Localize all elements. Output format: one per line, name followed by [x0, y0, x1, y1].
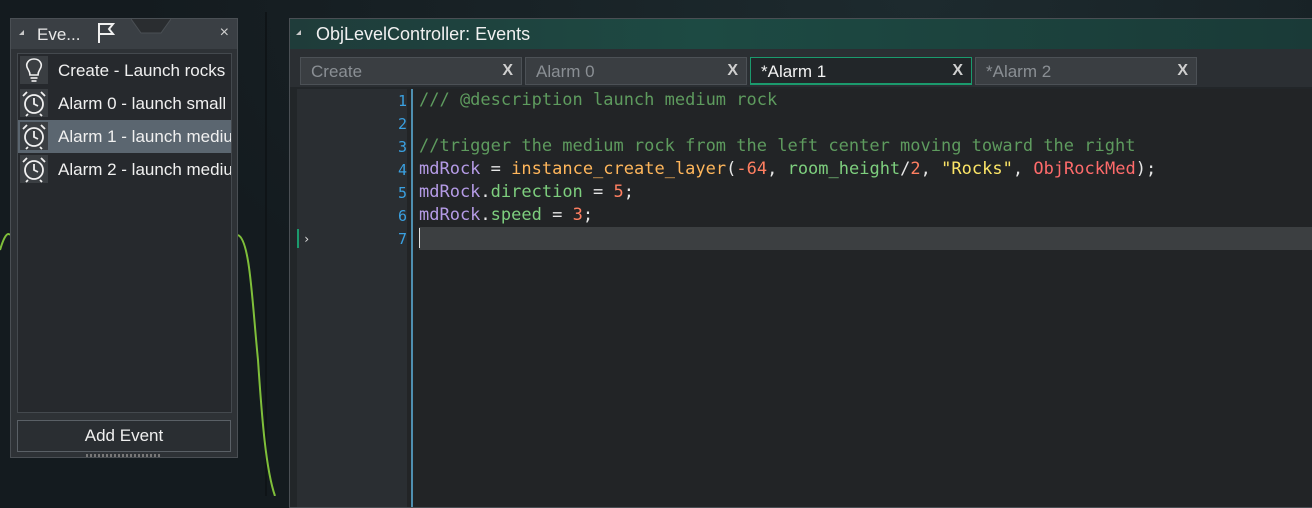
event-item-alarm-1[interactable]: Alarm 1 - launch medium	[18, 120, 231, 153]
resize-grip[interactable]	[86, 454, 162, 457]
line-number: 2	[397, 115, 407, 133]
line-number: 4	[397, 161, 407, 179]
code-text[interactable]: /// @description launch medium rock	[419, 89, 1312, 112]
close-icon[interactable]: X	[952, 62, 963, 80]
tab-label: *Alarm 1	[761, 62, 827, 81]
code-line[interactable]: 3 //trigger the medium rock from the lef…	[297, 135, 1312, 158]
code-line[interactable]: 6 mdRock.speed = 3;	[297, 204, 1312, 227]
event-item-label: Alarm 2 - launch medium	[58, 160, 232, 179]
code-text[interactable]: //trigger the medium rock from the left …	[419, 135, 1312, 158]
add-event-button[interactable]: Add Event	[17, 420, 231, 452]
event-item-alarm-2[interactable]: Alarm 2 - launch medium	[18, 153, 231, 186]
editor-tabbar: Create X Alarm 0 X *Alarm 1 X *Alarm 2 X	[290, 49, 1312, 87]
tab-label: Alarm 0	[536, 62, 595, 81]
close-icon[interactable]: X	[727, 62, 738, 80]
flag-icon[interactable]	[95, 21, 119, 45]
alarm-clock-icon	[20, 89, 48, 117]
code-line[interactable]: 4 mdRock = instance_create_layer(-64, ro…	[297, 158, 1312, 181]
tab-label: Create	[311, 62, 363, 81]
events-panel-header[interactable]: Eve... ×	[11, 19, 237, 49]
code-text[interactable]: mdRock.speed = 3;	[419, 204, 1312, 227]
line-number: 1	[397, 92, 407, 110]
text-caret	[419, 228, 420, 248]
code-line[interactable]: 2	[297, 112, 1312, 135]
event-item-label: Create - Launch rocks	[58, 61, 226, 80]
code-text[interactable]	[419, 112, 1312, 135]
close-icon[interactable]: X	[502, 62, 513, 80]
tab-create[interactable]: Create X	[300, 57, 522, 85]
panel-notch-decoration	[131, 19, 171, 34]
close-icon[interactable]: X	[1177, 62, 1188, 80]
event-item-label: Alarm 0 - launch small	[58, 94, 227, 113]
code-area[interactable]: 1 /// @description launch medium rock 2 …	[297, 89, 1312, 507]
code-text[interactable]: mdRock = instance_create_layer(-64, room…	[419, 158, 1312, 181]
event-item-label: Alarm 1 - launch medium	[58, 127, 232, 146]
events-panel: Eve... × Create - Launch rocks Alarm 0 -…	[10, 18, 238, 458]
line-number: 7	[397, 230, 407, 248]
code-text[interactable]: mdRock.direction = 5;	[419, 181, 1312, 204]
code-line[interactable]: 1 /// @description launch medium rock	[297, 89, 1312, 112]
lightbulb-icon	[20, 56, 48, 84]
code-text[interactable]	[419, 227, 1312, 250]
current-line-marker	[297, 229, 299, 248]
event-list: Create - Launch rocks Alarm 0 - launch s…	[17, 53, 232, 413]
line-number: 5	[397, 184, 407, 202]
line-number: 6	[397, 207, 407, 225]
events-panel-title: Eve...	[37, 25, 81, 44]
line-arrow-icon: ›	[303, 232, 311, 246]
event-item-create[interactable]: Create - Launch rocks	[18, 54, 231, 87]
tab-alarm-2[interactable]: *Alarm 2 X	[975, 57, 1197, 85]
tab-alarm-0[interactable]: Alarm 0 X	[525, 57, 747, 85]
code-line-current[interactable]: › 7	[297, 227, 1312, 250]
tab-alarm-1[interactable]: *Alarm 1 X	[750, 57, 972, 85]
editor-header[interactable]: ObjLevelController: Events	[290, 19, 1312, 49]
code-editor-window: ObjLevelController: Events Create X Alar…	[289, 18, 1312, 508]
collapse-icon[interactable]	[296, 30, 301, 35]
event-item-alarm-0[interactable]: Alarm 0 - launch small	[18, 87, 231, 120]
alarm-clock-icon	[20, 122, 48, 150]
close-icon[interactable]: ×	[220, 24, 229, 42]
tab-label: *Alarm 2	[986, 62, 1052, 81]
collapse-icon[interactable]	[19, 30, 24, 35]
line-number: 3	[397, 138, 407, 156]
editor-title: ObjLevelController: Events	[316, 24, 531, 44]
code-line[interactable]: 5 mdRock.direction = 5;	[297, 181, 1312, 204]
alarm-clock-icon	[20, 155, 48, 183]
